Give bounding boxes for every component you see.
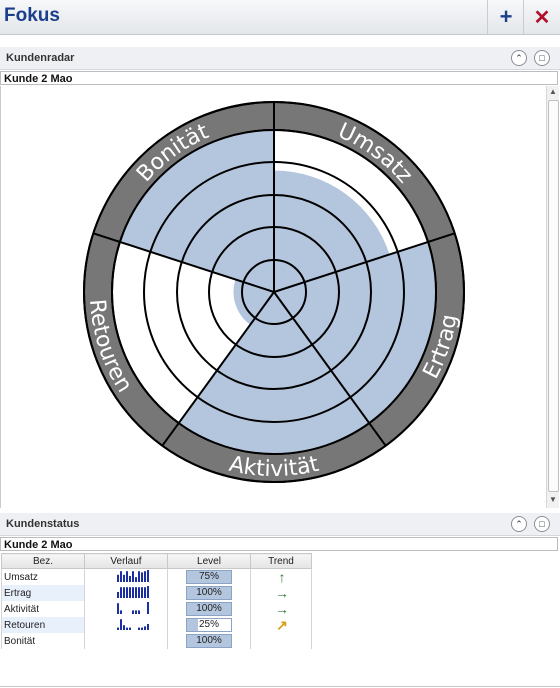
sparkline-bar: [132, 587, 134, 598]
sparkline-bar: [123, 625, 125, 630]
radar-subject: Kunde 2 Mao: [0, 71, 558, 85]
trend-cell: ↑: [250, 568, 312, 585]
collapse-status-button[interactable]: ⌃: [511, 516, 527, 532]
radar-scrollbar[interactable]: ▲ ▼: [546, 86, 559, 508]
column-header-level[interactable]: Level: [167, 553, 251, 569]
sparkline-bar: [135, 610, 137, 614]
row-label: Retouren: [1, 617, 85, 633]
status-subject: Kunde 2 Mao: [0, 537, 558, 551]
trend-cell: →: [250, 600, 312, 617]
sparkline-bar: [129, 627, 131, 630]
table-row: Umsatz 75% ↑: [1, 568, 312, 585]
sparkline-bar: [126, 627, 128, 630]
trend-right-icon: →: [275, 600, 289, 617]
sparkline-bar: [126, 571, 128, 582]
trend-cell: [250, 633, 312, 649]
sparkline-bar: [144, 571, 146, 582]
radar-area: Umsatz Ertrag Aktivität Retouren Bonität: [0, 86, 547, 508]
window-bottom-border: [0, 686, 560, 687]
collapse-radar-button[interactable]: ⌃: [511, 50, 527, 66]
table-row: Bonität 100%: [1, 633, 312, 649]
level-cell: 25%: [167, 617, 251, 633]
trend-up-icon: ↑: [278, 568, 286, 585]
level-bar: 100%: [186, 602, 232, 616]
sparkline-bar: [147, 586, 149, 598]
sparkline-bar: [123, 587, 125, 598]
add-button[interactable]: +: [487, 0, 524, 34]
status-panel-header: Kundenstatus ⌃ □: [0, 513, 560, 536]
app-title: Fokus: [4, 5, 60, 26]
maximize-status-button[interactable]: □: [534, 516, 550, 532]
sparkline-bar: [132, 610, 134, 614]
level-bar: 75%: [186, 570, 232, 584]
level-bar: 100%: [186, 634, 232, 648]
sparkline-bar: [117, 603, 119, 614]
scroll-thumb[interactable]: [548, 100, 559, 492]
sparkline-bar: [135, 577, 137, 582]
history-sparkline: [84, 585, 168, 601]
radar-panel-title: Kundenradar: [6, 52, 75, 64]
status-panel-title: Kundenstatus: [6, 518, 80, 530]
row-label: Aktivität: [1, 601, 85, 617]
trend-up-right-icon: ↗: [276, 616, 288, 633]
column-header-bez[interactable]: Bez.: [1, 553, 85, 569]
sparkline-bar: [123, 574, 125, 582]
column-header-verlauf[interactable]: Verlauf: [84, 553, 168, 569]
row-label: Bonität: [1, 633, 85, 649]
level-bar: 25%: [186, 618, 232, 632]
history-sparkline: [84, 617, 168, 633]
level-cell: 75%: [167, 568, 251, 585]
sparkline-bar: [141, 627, 143, 630]
sparkline-bar: [138, 627, 140, 630]
level-cell: 100%: [167, 633, 251, 649]
sparkline-bar: [120, 587, 122, 598]
sparkline-bar: [144, 587, 146, 598]
sparkline-bar: [147, 602, 149, 614]
sparkline-bar: [141, 587, 143, 598]
radar-panel-header: Kundenradar ⌃ □: [0, 47, 560, 70]
level-bar: 100%: [186, 586, 232, 600]
sparkline-bar: [132, 571, 134, 582]
trend-right-icon: →: [275, 584, 289, 601]
sparkline-bar: [138, 571, 140, 582]
sparkline-bar: [144, 626, 146, 630]
scroll-up-arrow-icon[interactable]: ▲: [547, 86, 559, 98]
app-header: Fokus + ✕: [0, 0, 560, 35]
customer-radar-chart: UmsatzErtragAktivitätRetourenBonität: [83, 101, 465, 483]
trend-cell: ↗: [250, 616, 312, 633]
sparkline-bar: [129, 576, 131, 582]
row-label: Ertrag: [1, 585, 85, 601]
sparkline-bar: [120, 571, 122, 582]
close-button[interactable]: ✕: [523, 0, 560, 34]
sparkline-bar: [129, 587, 131, 598]
maximize-radar-button[interactable]: □: [534, 50, 550, 66]
row-label: Umsatz: [1, 568, 85, 585]
level-cell: 100%: [167, 601, 251, 617]
table-row: Retouren 25% ↗: [1, 616, 312, 633]
history-sparkline: [84, 633, 168, 649]
sparkline-bar: [135, 587, 137, 598]
sparkline-bar: [117, 592, 119, 598]
sparkline-bar: [126, 587, 128, 598]
sparkline-bar: [138, 587, 140, 598]
table-row: Ertrag 100% →: [1, 584, 312, 601]
status-table: Bez. Verlauf Level Trend Umsatz 75% ↑ Er…: [1, 553, 312, 649]
column-header-trend[interactable]: Trend: [250, 553, 312, 569]
scroll-down-arrow-icon[interactable]: ▼: [547, 494, 559, 506]
sparkline-bar: [147, 570, 149, 582]
sparkline-bar: [141, 572, 143, 582]
sparkline-bar: [117, 627, 119, 630]
sparkline-bar: [147, 624, 149, 630]
table-row: Aktivität 100% →: [1, 600, 312, 617]
sparkline-bar: [120, 619, 122, 630]
sparkline-bar: [138, 610, 140, 614]
history-sparkline: [84, 601, 168, 617]
sparkline-bar: [117, 574, 119, 582]
trend-cell: →: [250, 584, 312, 601]
level-cell: 100%: [167, 585, 251, 601]
sparkline-bar: [120, 610, 122, 614]
history-sparkline: [84, 568, 168, 585]
